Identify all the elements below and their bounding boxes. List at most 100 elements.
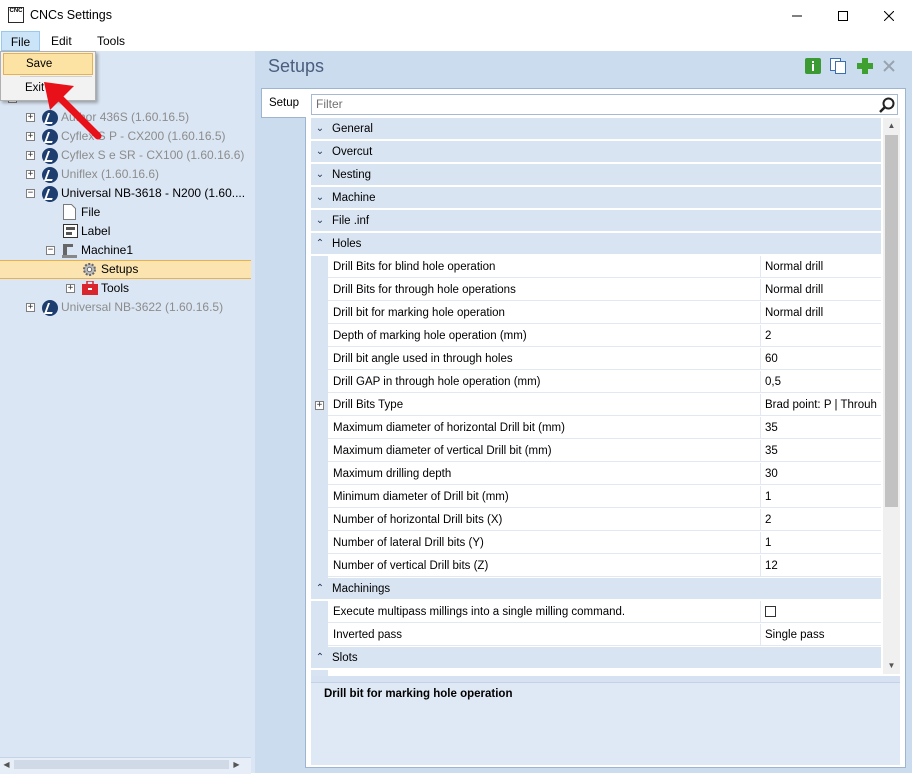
category-holes[interactable]: ⌃ Holes: [311, 233, 881, 255]
property-row[interactable]: Inverted pass Single pass: [311, 624, 881, 647]
scroll-up-icon[interactable]: ▲: [883, 119, 900, 133]
tab-setup[interactable]: Setup: [261, 88, 306, 118]
property-row[interactable]: Execute multipass millings into a single…: [311, 601, 881, 624]
property-name: Drill bit angle used in through holes: [328, 348, 761, 370]
category-machinings[interactable]: ⌃ Machinings: [311, 578, 881, 600]
property-row[interactable]: Drill bit angle used in through holes 60: [311, 348, 881, 371]
chevron-up-icon: ⌃: [315, 238, 325, 249]
minimize-button[interactable]: [774, 0, 820, 31]
property-row[interactable]: Drill Bits for blind hole operation Norma…: [311, 256, 881, 279]
tree-item-label[interactable]: Label: [81, 222, 110, 241]
tree-item-tools[interactable]: Tools: [101, 279, 129, 298]
description-title: Drill bit for marking hole operation: [324, 688, 513, 700]
scroll-right-icon[interactable]: ▶: [230, 758, 243, 772]
property-value[interactable]: 2: [761, 509, 881, 531]
menu-file[interactable]: File: [1, 31, 40, 51]
tree-item-setups[interactable]: Setups: [101, 260, 138, 279]
property-value[interactable]: 35: [761, 417, 881, 439]
category-label: Overcut: [332, 146, 373, 158]
expander-icon[interactable]: +: [26, 303, 35, 312]
property-value[interactable]: Normal drill: [761, 256, 881, 278]
property-row[interactable]: Maximum drilling depth 30: [311, 463, 881, 486]
search-icon[interactable]: [879, 97, 895, 113]
property-value[interactable]: 1: [761, 532, 881, 554]
annotation-arrow-icon: [44, 82, 102, 140]
category-overcut[interactable]: ⌄ Overcut: [311, 141, 881, 163]
scroll-left-icon[interactable]: ◀: [0, 758, 13, 772]
machine-globe-icon: [42, 300, 58, 316]
category-label: Machinings: [332, 583, 391, 595]
grid-scroll-thumb[interactable]: [885, 135, 898, 507]
property-name: Maximum drilling depth: [328, 463, 761, 485]
property-value[interactable]: Normal drill: [761, 279, 881, 301]
property-row[interactable]: + Drill Bits Type Brad point: P | Throuh: [311, 394, 881, 417]
info-icon[interactable]: [805, 58, 821, 74]
maximize-button[interactable]: [820, 0, 866, 31]
tree-item-cyflex-sesr[interactable]: Cyflex S e SR - CX100 (1.60.16.6): [61, 146, 244, 165]
property-row[interactable]: Drill Bits for through hole operations No…: [311, 279, 881, 302]
property-name: Number of lateral Drill bits (Y): [328, 532, 761, 554]
tree-item-universal-nb3622[interactable]: Universal NB-3622 (1.60.16.5): [61, 298, 223, 317]
property-name: Depth of marking hole operation (mm): [328, 325, 761, 347]
property-name: Number of vertical Drill bits (Z): [328, 555, 761, 577]
label-icon: [63, 224, 78, 238]
property-value[interactable]: Normal drill: [761, 302, 881, 324]
copy-icon[interactable]: [830, 58, 847, 74]
tree-item-uniflex[interactable]: Uniflex (1.60.16.6): [61, 165, 159, 184]
property-name: Minimum diameter of Drill bit (mm): [328, 486, 761, 508]
close-button[interactable]: [866, 0, 912, 31]
expander-icon[interactable]: +: [26, 151, 35, 160]
category-general[interactable]: ⌄ General: [311, 118, 881, 140]
expander-icon[interactable]: +: [26, 170, 35, 179]
property-value[interactable]: Single pass: [761, 624, 881, 646]
property-row[interactable]: Drill bit for marking hole operation Norm…: [311, 302, 881, 325]
property-row[interactable]: Number of lateral Drill bits (Y) 1: [311, 532, 881, 555]
scroll-down-icon[interactable]: ▼: [883, 659, 900, 673]
property-value[interactable]: 1: [761, 486, 881, 508]
property-value[interactable]: 35: [761, 440, 881, 462]
category-slots[interactable]: ⌃ Slots: [311, 647, 881, 669]
tree-hscroll-thumb[interactable]: [14, 760, 229, 769]
delete-icon[interactable]: [883, 60, 895, 72]
property-value[interactable]: 60: [761, 348, 881, 370]
menu-bar: [0, 31, 912, 51]
property-row[interactable]: Drill GAP in through hole operation (mm)…: [311, 371, 881, 394]
property-name: Drill Bits for blind hole operation: [328, 256, 761, 278]
category-label: General: [332, 123, 373, 135]
tree-item-file[interactable]: File: [81, 203, 100, 222]
tree-item-machine1[interactable]: Machine1: [81, 241, 133, 260]
property-value[interactable]: 0,5: [761, 371, 881, 393]
category-machine[interactable]: ⌄ Machine: [311, 187, 881, 209]
maximize-icon: [838, 10, 848, 21]
expander-icon[interactable]: +: [315, 401, 324, 410]
chevron-down-icon: ⌄: [315, 169, 325, 180]
property-row[interactable]: Number of vertical Drill bits (Z) 12: [311, 555, 881, 578]
add-icon[interactable]: [857, 58, 873, 74]
property-row[interactable]: Maximum diameter of horizontal Drill bit…: [311, 417, 881, 440]
property-row[interactable]: Minimum diameter of Drill bit (mm) 1: [311, 486, 881, 509]
property-name: Number of horizontal Drill bits (X): [328, 509, 761, 531]
category-label: File .inf: [332, 215, 370, 227]
app-icon-label: CNC: [9, 8, 23, 14]
expander-icon[interactable]: −: [46, 246, 55, 255]
property-row[interactable]: Number of horizontal Drill bits (X) 2: [311, 509, 881, 532]
expander-icon[interactable]: −: [26, 189, 35, 198]
property-value[interactable]: 12: [761, 555, 881, 577]
category-nesting[interactable]: ⌄ Nesting: [311, 164, 881, 186]
gear-icon: [83, 263, 96, 276]
property-value: [761, 601, 881, 623]
property-value[interactable]: Brad point: P | Throuh: [761, 394, 881, 416]
menu-tools[interactable]: Tools: [90, 31, 132, 51]
property-row[interactable]: Maximum diameter of vertical Drill bit (…: [311, 440, 881, 463]
menu-edit[interactable]: Edit: [44, 31, 79, 51]
machine-globe-icon: [42, 186, 58, 202]
filter-input[interactable]: [311, 94, 898, 115]
tree-item-universal-nb3618[interactable]: Universal NB-3618 - N200 (1.60....: [61, 184, 245, 203]
category-file-inf[interactable]: ⌄ File .inf: [311, 210, 881, 232]
property-value[interactable]: 30: [761, 463, 881, 485]
checkbox[interactable]: [765, 606, 776, 617]
close-icon: [884, 10, 894, 21]
expander-icon[interactable]: +: [66, 284, 75, 293]
property-value[interactable]: 2: [761, 325, 881, 347]
property-row[interactable]: Depth of marking hole operation (mm) 2: [311, 325, 881, 348]
